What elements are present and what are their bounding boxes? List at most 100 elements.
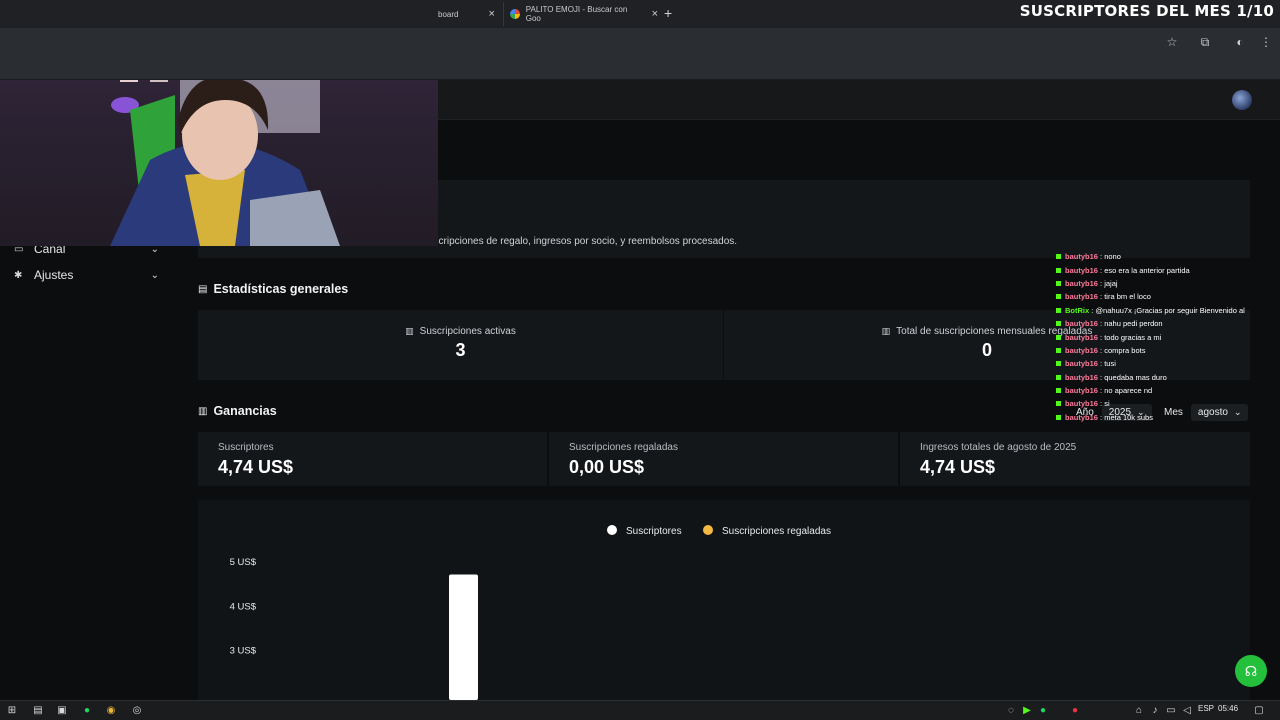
sidebar-item-ajustes[interactable]: ✱ Ajustes ⌄	[14, 266, 159, 284]
chart-icon: ▥	[405, 326, 414, 336]
taskbar	[0, 700, 1280, 720]
badge-icon	[1056, 388, 1061, 394]
star-icon[interactable]: ☆	[1164, 34, 1180, 50]
stats-icon: ▤	[198, 283, 208, 295]
chat-username: bautyb16	[1065, 319, 1098, 329]
obs-icon[interactable]: ◎	[130, 703, 144, 717]
badge-icon	[1056, 267, 1061, 273]
badge-icon	[1056, 361, 1061, 367]
badge-icon	[1056, 280, 1061, 286]
earnings-value: 4,74 US$	[218, 457, 294, 477]
legend-label: Suscripciones regaladas	[722, 526, 831, 537]
legend-label: Suscriptores	[626, 526, 682, 537]
chat-message: bautyb16 : si	[1056, 397, 1280, 410]
chrome-icon[interactable]: ◉	[104, 703, 118, 717]
chart-icon: ▥	[881, 326, 891, 336]
chat-username: bautyb16	[1065, 278, 1098, 288]
chat-message: bautyb16 : eso era la anterior partida	[1056, 263, 1280, 276]
chat-message-text: si	[1104, 399, 1110, 409]
new-tab-button[interactable]: +	[664, 5, 672, 21]
badge-icon	[1056, 294, 1061, 300]
chat-username: BotRix	[1065, 305, 1090, 315]
profile-icon[interactable]: ◐	[1232, 34, 1248, 50]
chat-message: bautyb16 : quedaba mas duro	[1056, 371, 1280, 384]
chat-message: bautyb16 : nono	[1056, 250, 1280, 263]
file-explorer-icon[interactable]: ▤	[31, 703, 45, 717]
spotify-icon[interactable]: ●	[80, 703, 94, 717]
chat-message-text: nono	[1104, 252, 1121, 262]
tab-title: PALITO EMOJI - Buscar con Goo	[525, 5, 628, 23]
stat-value: 3	[455, 340, 466, 360]
chat-username: bautyb16	[1065, 332, 1098, 342]
earnings-value: 4,74 US$	[920, 457, 996, 477]
y-tick-label: 5 US$	[230, 557, 257, 568]
earnings-card-subs: Suscriptores 4,74 US$	[198, 432, 547, 486]
browser-tab[interactable]: PALITO EMOJI - Buscar con Goo ×	[503, 2, 658, 26]
chat-username: bautyb16	[1065, 345, 1098, 355]
system-clock[interactable]: 05:46	[1218, 704, 1238, 713]
headset-icon: ☊	[1244, 662, 1258, 679]
chat-message-text: no aparece nd	[1104, 386, 1153, 396]
chat-message: BotRix : @nahuu7x ¡Gracias por seguir Bi…	[1056, 304, 1280, 317]
badge-icon	[1056, 401, 1061, 407]
y-tick-label: 3 US$	[230, 646, 257, 657]
chat-message-text: todo gracias a mi	[1104, 332, 1162, 342]
record-icon[interactable]: ●	[1068, 703, 1082, 717]
chat-message: bautyb16 : compra bots	[1056, 344, 1280, 357]
chat-username: bautyb16	[1065, 386, 1098, 396]
bookmarks-bar	[0, 56, 1280, 80]
chat-message: bautyb16 : todo gracias a mi	[1056, 330, 1280, 343]
chevron-down-icon: ⌄	[150, 269, 159, 281]
windows-start-icon[interactable]: ⊞	[5, 703, 19, 717]
chat-message-text: tusi	[1104, 359, 1116, 369]
legend-swatch	[703, 525, 713, 535]
menu-icon[interactable]: ⋮	[1258, 34, 1274, 50]
chat-overlay: bautyb16 : nono bautyb16 : eso era la ant…	[1056, 250, 1280, 424]
chat-username: bautyb16	[1065, 265, 1098, 275]
earnings-section-title: ▥ Ganancias	[198, 404, 277, 418]
legend-swatch	[607, 525, 617, 535]
volume-icon[interactable]: ◁	[1180, 703, 1194, 717]
close-icon[interactable]: ×	[652, 8, 658, 20]
tray-icon[interactable]: ◌	[1004, 703, 1018, 717]
support-chat-button[interactable]: ☊	[1235, 655, 1267, 687]
chat-message: bautyb16 : tira bm el loco	[1056, 290, 1280, 303]
store-icon[interactable]: ▣	[55, 703, 69, 717]
network-icon[interactable]: ⌂	[1132, 703, 1146, 717]
user-avatar[interactable]	[1232, 90, 1252, 110]
address-bar[interactable]	[0, 28, 1280, 56]
earnings-chart: Suscriptores Suscripciones regaladas 5 US$…	[198, 500, 1250, 700]
kick-icon[interactable]: ▶	[1020, 703, 1034, 717]
chat-username: bautyb16	[1065, 399, 1098, 409]
info-text: uscripciones de regalo, ingresos por soc…	[428, 236, 738, 247]
badge-icon	[1056, 254, 1061, 260]
stats-section-title: ▤ Estadísticas generales	[198, 282, 348, 296]
chat-message: bautyb16 : jajaj	[1056, 277, 1280, 290]
language-indicator[interactable]: ESP	[1198, 704, 1214, 713]
badge-icon	[1056, 347, 1061, 353]
mic-icon[interactable]: ♪	[1148, 703, 1162, 717]
close-icon[interactable]: ×	[488, 8, 494, 20]
earnings-label: Suscriptores	[218, 442, 274, 453]
chat-message: bautyb16 : meta 10k subs	[1056, 411, 1280, 424]
spotify-tray-icon[interactable]: ●	[1036, 703, 1050, 717]
earnings-label: Suscripciones regaladas	[569, 442, 678, 453]
display-icon[interactable]: ▭	[1164, 703, 1178, 717]
stat-label: ▥ Suscripciones activas	[198, 326, 723, 337]
chat-username: bautyb16	[1065, 412, 1098, 422]
browser-tab[interactable]: board ×	[438, 2, 498, 26]
chat-message: bautyb16 : no aparece nd	[1056, 384, 1280, 397]
earnings-card-total: Ingresos totales de agosto de 2025 4,74 …	[900, 432, 1250, 486]
chart-svg: Suscriptores Suscripciones regaladas 5 US$…	[230, 525, 831, 700]
chat-message-text: tira bm el loco	[1104, 292, 1151, 302]
earnings-title-text: Ganancias	[213, 404, 277, 418]
extensions-icon[interactable]: ⧉	[1197, 34, 1213, 50]
chat-message-text: meta 10k subs	[1104, 412, 1153, 422]
chat-message-text: eso era la anterior partida	[1104, 265, 1190, 275]
notifications-icon[interactable]: ▢	[1252, 703, 1266, 717]
badge-icon	[1056, 321, 1061, 327]
google-icon	[510, 9, 520, 19]
y-tick-label: 4 US$	[230, 601, 257, 612]
chat-message-text: jajaj	[1104, 278, 1118, 288]
stat-card-active: ▥ Suscripciones activas 3	[198, 310, 723, 380]
